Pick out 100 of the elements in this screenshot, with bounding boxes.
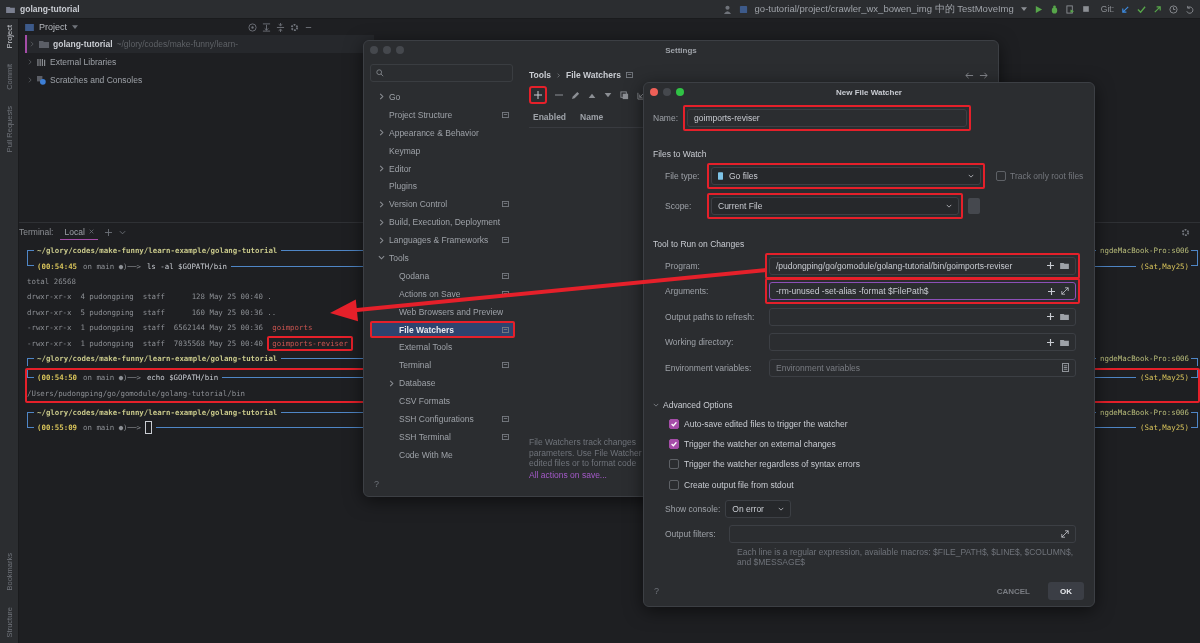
settings-icon[interactable] (1181, 227, 1190, 237)
file-type-dropdown[interactable]: Go files (711, 167, 981, 185)
push-arrow-icon[interactable] (1153, 4, 1162, 14)
text-field[interactable]: /pudongping/go/gomodule/golang-tutorial/bin/goimports-reviser (769, 256, 1076, 275)
forward-arrow-icon[interactable] (979, 70, 988, 80)
settings-nav-item[interactable]: SSH Terminal (370, 427, 515, 446)
settings-nav-item[interactable]: External Tools (370, 338, 515, 357)
text-field[interactable] (769, 333, 1076, 352)
search-field[interactable] (370, 64, 513, 82)
project-name[interactable]: golang-tutorial (20, 4, 80, 14)
add-icon[interactable] (1047, 313, 1054, 321)
add-icon[interactable] (1047, 262, 1054, 270)
pencil-icon[interactable] (571, 90, 580, 100)
terminal-tab[interactable]: Local (60, 224, 98, 240)
field-label: Name: (653, 113, 679, 123)
checkmark-icon[interactable] (1137, 4, 1146, 14)
stop-icon[interactable] (1081, 5, 1090, 13)
run-configuration[interactable]: go-tutorial/project/crawler_wx_bowen_img 中的 TestMoveImg (754, 2, 1014, 16)
chevron-down-icon[interactable] (118, 228, 126, 236)
chevron-right-icon[interactable] (378, 200, 385, 208)
folder-icon[interactable] (1060, 262, 1069, 270)
checkbox[interactable]: Trigger the watcher on external changes (653, 433, 1084, 455)
settings-nav-item[interactable]: Qodana (370, 266, 515, 285)
user-icon[interactable] (722, 4, 732, 14)
settings-nav-item[interactable]: Build, Execution, Deployment (370, 213, 515, 232)
expand-all-icon[interactable] (262, 22, 271, 32)
scope-dropdown[interactable]: Current File (711, 197, 959, 215)
settings-nav-item[interactable]: Code With Me (370, 445, 515, 464)
chevron-right-icon[interactable] (27, 77, 33, 83)
settings-nav-item[interactable]: Terminal (370, 356, 515, 375)
expand-icon[interactable] (1061, 287, 1069, 296)
panel-title[interactable]: Project (39, 22, 67, 32)
document-icon[interactable] (1062, 363, 1069, 373)
text-field[interactable]: -rm-unused -set-alias -format $FilePath$ (769, 282, 1076, 301)
move-up-icon[interactable] (588, 92, 596, 98)
settings-nav-item[interactable]: Appearance & Behavior (370, 123, 515, 142)
text-field[interactable]: Environment variables (769, 358, 1076, 377)
clock-icon[interactable] (1169, 4, 1178, 14)
chevron-right-icon[interactable] (27, 59, 33, 65)
settings-nav-item[interactable]: File Watchers (370, 320, 515, 339)
settings-icon[interactable] (290, 22, 299, 32)
coverage-icon[interactable] (1065, 4, 1075, 14)
settings-nav-item[interactable]: Keymap (370, 141, 515, 160)
target-icon[interactable] (248, 22, 257, 32)
run-icon[interactable] (1033, 4, 1043, 14)
advanced-options-toggle[interactable]: Advanced Options (653, 399, 1084, 410)
cancel-button[interactable]: CANCEL (984, 582, 1042, 600)
import-icon[interactable] (637, 90, 646, 100)
add-icon[interactable] (1047, 338, 1054, 346)
remove-icon[interactable] (555, 91, 563, 99)
folder-icon[interactable] (1060, 313, 1069, 321)
ok-button[interactable]: OK (1048, 582, 1084, 600)
update-arrow-icon[interactable] (1121, 4, 1130, 14)
collapse-all-icon[interactable] (276, 22, 285, 32)
add-icon[interactable] (1048, 287, 1055, 295)
tree-item[interactable]: Scratches and Consoles (25, 71, 372, 89)
settings-nav-item[interactable]: Database (370, 374, 515, 393)
back-arrow-icon[interactable] (965, 70, 974, 80)
tree-item[interactable]: External Libraries (25, 53, 372, 71)
add-button[interactable] (529, 86, 547, 104)
settings-nav-item[interactable]: Languages & Frameworks (370, 231, 515, 249)
copy-icon[interactable] (620, 90, 629, 100)
chevron-right-icon[interactable] (378, 93, 385, 101)
settings-nav-item[interactable]: Tools (370, 249, 515, 267)
settings-nav-item[interactable]: Editor (370, 159, 515, 178)
checkbox[interactable]: Auto-save edited files to trigger the watcher (653, 413, 1084, 434)
actions-link[interactable]: All actions on save... (529, 469, 607, 480)
settings-nav-item[interactable]: SSH Configurations (370, 410, 515, 428)
close-icon[interactable] (88, 229, 94, 234)
help-icon[interactable]: ? (374, 479, 379, 489)
window-controls[interactable] (650, 88, 684, 96)
settings-nav-item[interactable]: CSV Formats (370, 392, 515, 411)
settings-nav-item[interactable]: Web Browsers and Preview (370, 302, 515, 321)
name-field[interactable]: goimports-reviser (687, 109, 968, 127)
checkbox[interactable]: Trigger the watcher regardless of syntax errors (653, 454, 1084, 475)
settings-nav-item[interactable]: Go (370, 88, 515, 106)
bug-icon[interactable] (1049, 4, 1059, 14)
caret-icon[interactable] (72, 25, 78, 29)
settings-nav-item[interactable]: Project Structure (370, 105, 515, 124)
help-icon[interactable]: ? (654, 586, 659, 596)
chevron-right-icon[interactable] (378, 165, 385, 172)
column-header[interactable]: Enabled (533, 112, 567, 122)
breadcrumb-item[interactable]: Tools (529, 70, 552, 80)
chevron-right-icon[interactable] (378, 218, 385, 226)
move-down-icon[interactable] (604, 92, 612, 98)
column-header[interactable]: Name (580, 112, 604, 122)
folder-icon[interactable] (1060, 338, 1069, 346)
settings-nav-item[interactable]: Actions on Save (370, 284, 515, 303)
chevron-right-icon[interactable] (378, 129, 385, 137)
text-field[interactable] (769, 307, 1076, 326)
settings-nav-item[interactable]: Plugins (370, 177, 515, 196)
output-filters-field[interactable] (728, 524, 1076, 543)
console-dropdown[interactable]: On error (725, 499, 792, 518)
undo-icon[interactable] (1185, 4, 1194, 14)
expand-icon[interactable] (1061, 529, 1069, 538)
chevron-right-icon[interactable] (378, 236, 385, 244)
chevron-down-icon[interactable] (378, 254, 385, 262)
chevron-right-icon[interactable] (388, 379, 395, 387)
checkbox[interactable]: Create output file from stdout (653, 474, 1084, 495)
settings-nav-item[interactable]: Version Control (370, 195, 515, 214)
